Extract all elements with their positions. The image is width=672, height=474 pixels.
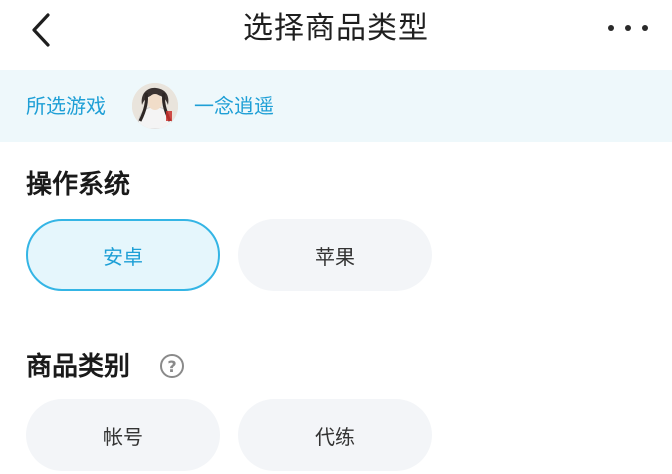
selected-game-name: 一念逍遥	[194, 94, 274, 118]
category-option-account[interactable]: 帐号	[26, 399, 220, 471]
game-character-icon	[132, 83, 178, 129]
more-dot-icon	[608, 25, 614, 31]
category-section-title: 商品类别	[26, 352, 131, 382]
top-nav-bar: 选择商品类型	[0, 0, 672, 64]
help-icon[interactable]: ?	[160, 354, 184, 378]
selected-game-bar[interactable]: 所选游戏 一念逍遥	[0, 70, 672, 142]
os-option-android[interactable]: 安卓	[26, 219, 220, 291]
more-dot-icon	[625, 25, 631, 31]
question-mark-icon: ?	[167, 356, 177, 376]
category-option-label: 帐号	[103, 424, 143, 449]
os-option-label: 苹果	[315, 244, 355, 269]
selected-game-label: 所选游戏	[26, 94, 106, 118]
os-option-label: 安卓	[103, 244, 143, 269]
category-option-label: 代练	[315, 424, 355, 449]
more-options-button[interactable]	[608, 18, 648, 38]
more-dot-icon	[642, 25, 648, 31]
page-title: 选择商品类型	[243, 11, 429, 46]
os-option-ios[interactable]: 苹果	[238, 219, 432, 291]
category-option-boosting[interactable]: 代练	[238, 399, 432, 471]
os-section-title: 操作系统	[26, 170, 131, 200]
game-avatar	[132, 83, 178, 129]
